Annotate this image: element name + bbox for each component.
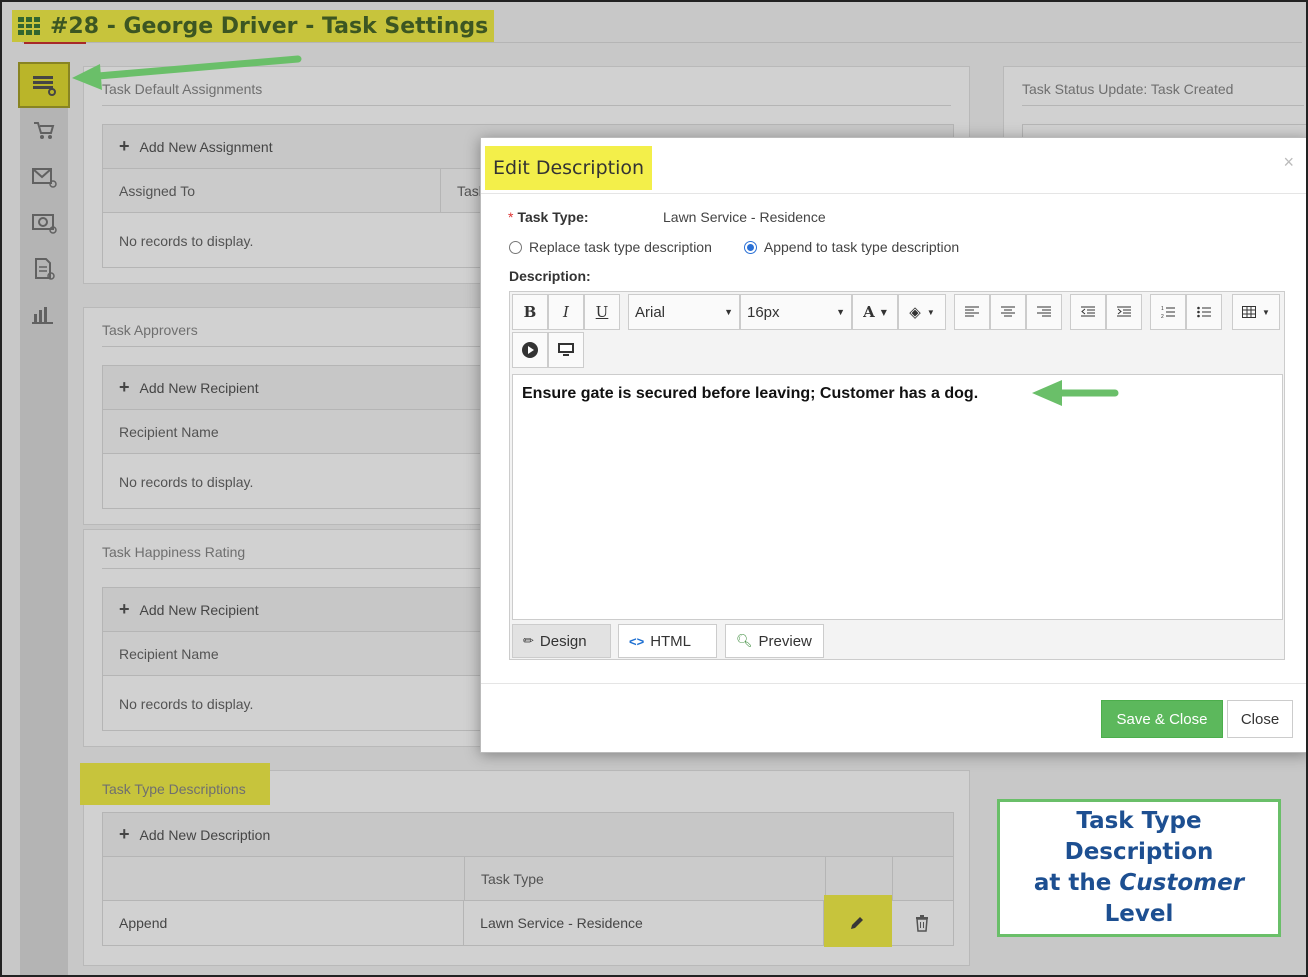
arrow-to-content bbox=[1032, 380, 1119, 406]
annotation-arrows bbox=[72, 55, 1119, 406]
arrow-to-sidebar bbox=[72, 55, 302, 90]
screen: #28 - George Driver - Task Settings Task… bbox=[0, 0, 1308, 977]
